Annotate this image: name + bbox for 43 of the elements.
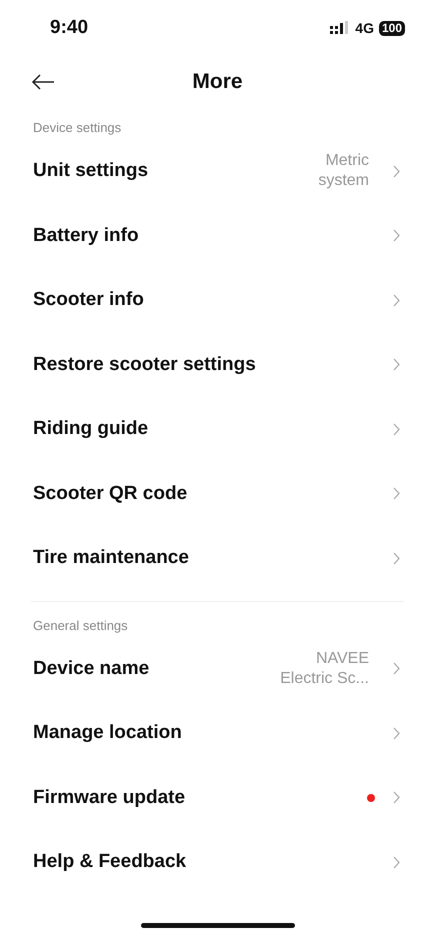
chevron-icon (393, 791, 400, 804)
settings-row[interactable]: Unit settings Metric system (0, 139, 435, 204)
row-value: NAVEE Electric Sc... (280, 648, 369, 689)
chevron-icon (393, 856, 400, 869)
chevron-icon (393, 294, 400, 307)
chevron-icon (393, 726, 400, 740)
page-title: More (192, 70, 243, 94)
row-label: Manage location (33, 722, 182, 744)
back-arrow-icon[interactable] (31, 74, 55, 90)
chevron-icon (393, 422, 400, 436)
row-label: Unit settings (33, 160, 148, 182)
chevron-icon (393, 164, 400, 178)
row-label: Battery info (33, 224, 139, 247)
row-label: Scooter QR code (33, 482, 188, 505)
chevron-icon (393, 358, 400, 372)
chevron-icon (393, 662, 400, 676)
settings-row[interactable]: Firmware update (0, 766, 435, 830)
chevron-icon (393, 552, 400, 565)
chevron-icon (393, 229, 400, 242)
chevron-icon (393, 487, 400, 500)
settings-row[interactable]: Manage location (0, 701, 435, 766)
row-label: Scooter info (33, 289, 144, 312)
row-label: Firmware update (33, 786, 186, 809)
settings-row[interactable]: Restore scooter settings (0, 332, 435, 397)
settings-row[interactable]: Help & Feedback (0, 830, 435, 894)
section-title: General settings (32, 616, 129, 635)
row-label: Help & Feedback (33, 851, 186, 874)
row-label: Device name (33, 658, 150, 680)
settings-row[interactable]: Scooter info (0, 268, 435, 332)
network-label: 4G (355, 20, 374, 36)
row-label: Tire maintenance (33, 547, 189, 570)
section-title: Device settings (32, 119, 122, 137)
settings-row[interactable]: Riding guide (0, 397, 435, 462)
settings-row[interactable]: Device name NAVEE Electric Sc... (0, 636, 435, 701)
settings-row[interactable]: Battery info (0, 204, 435, 268)
row-label: Restore scooter settings (33, 354, 256, 376)
settings-row[interactable]: Scooter QR code (0, 462, 435, 526)
row-label: Riding guide (33, 418, 148, 440)
status-time: 9:40 (50, 17, 88, 39)
signal-icon (330, 21, 350, 35)
row-value: Metric system (318, 151, 369, 192)
settings-row[interactable]: Tire maintenance (0, 526, 435, 590)
battery-indicator: 100 (378, 20, 405, 36)
